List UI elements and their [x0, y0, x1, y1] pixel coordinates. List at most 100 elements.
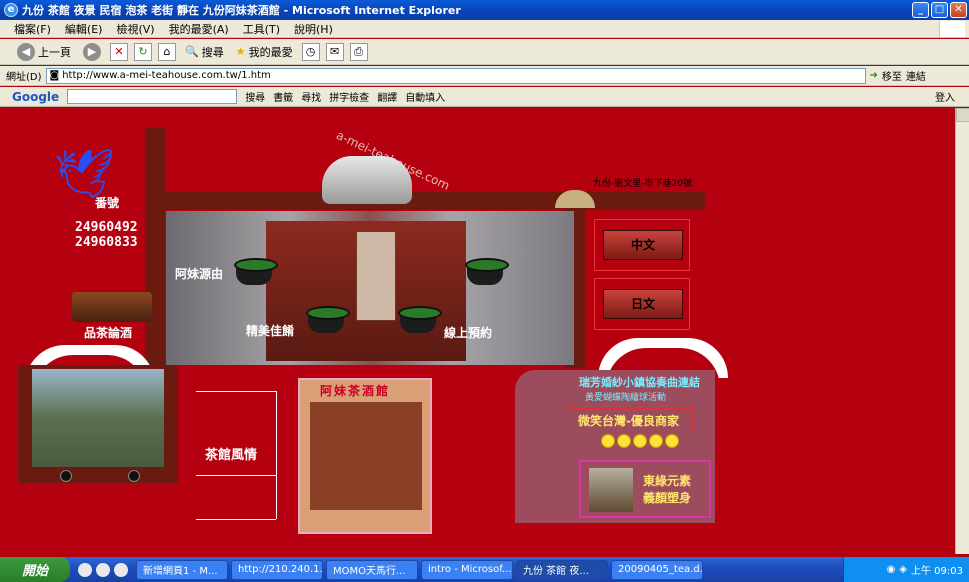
browser-window: e 九份 茶館 夜景 民宿 泡茶 老街 靜在 九份阿妹茶酒館 - Microso…: [0, 0, 969, 582]
quick-launch-icon[interactable]: [114, 562, 128, 577]
nav-origin-link[interactable]: 阿妹源由: [175, 265, 223, 282]
go-button[interactable]: 移至: [882, 68, 902, 83]
go-arrow-icon[interactable]: ➜: [870, 70, 878, 81]
search-button[interactable]: 🔍 搜尋: [182, 41, 227, 63]
quick-launch: [78, 562, 128, 577]
google-autofill-button[interactable]: 自動填入: [405, 89, 445, 104]
smile-taiwan-label: 微笑台灣-優良商家: [578, 414, 679, 428]
tea-cup-mid-left[interactable]: [306, 306, 350, 333]
back-button[interactable]: ◀ 上一頁: [14, 41, 74, 63]
taskbar-item[interactable]: 20090405_tea.d...: [611, 559, 703, 580]
teahouse-style-link[interactable]: 茶館風情: [205, 444, 257, 463]
japanese-label: 日文: [603, 289, 683, 319]
video-screen[interactable]: [32, 369, 164, 467]
google-login-button[interactable]: 登入: [935, 89, 955, 104]
taskbar-item[interactable]: intro - Microsof...: [421, 559, 513, 580]
sketchbook-image[interactable]: 阿妹茶酒館: [298, 378, 432, 534]
start-label: 開始: [21, 564, 48, 579]
search-icon: 🔍: [185, 45, 199, 58]
quick-launch-icon[interactable]: [78, 562, 92, 577]
taskbar-item[interactable]: http://210.240.1...: [231, 559, 323, 580]
page-content: 🕊 番號 24960492 24960833 a-mei-teahouse.co…: [0, 108, 969, 554]
links-label[interactable]: 連結: [906, 68, 926, 83]
stop-icon[interactable]: ✕: [110, 42, 128, 61]
tray-icon[interactable]: ◉: [887, 564, 896, 575]
japanese-language-button[interactable]: 日文: [594, 278, 690, 330]
menu-favorites[interactable]: 我的最愛(A): [169, 21, 229, 37]
google-spell-button[interactable]: 拼字檢查: [329, 89, 369, 104]
page-scrollbar[interactable]: [955, 108, 969, 554]
refresh-icon[interactable]: ↻: [134, 42, 152, 61]
address-label: 網址(D): [6, 72, 42, 83]
tea-cup-left[interactable]: [234, 258, 278, 285]
history-icon[interactable]: ◷: [301, 42, 320, 61]
nav-cuisine-link[interactable]: 精美佳餚: [246, 322, 294, 339]
favorites-label: 我的最愛: [248, 45, 293, 59]
home-icon[interactable]: ⌂: [158, 42, 176, 61]
menu-view[interactable]: 檢視(V): [116, 21, 154, 37]
main-stage-image: [166, 211, 574, 365]
google-translate-button[interactable]: 翻譯: [377, 89, 397, 104]
windows-taskbar: 開始 新增網頁1 - M... http://210.240.1... MOMO…: [0, 557, 969, 582]
green-element-line1: 東綠元素: [643, 474, 692, 488]
search-label: 搜尋: [201, 45, 224, 59]
google-bookmarks-button[interactable]: 書籤: [273, 89, 293, 104]
scroll-up-arrow-icon[interactable]: [956, 108, 969, 122]
nav-reservation-link[interactable]: 線上預約: [444, 324, 492, 341]
forward-arrow-icon: ▶: [83, 42, 101, 61]
close-button[interactable]: ✕: [950, 2, 967, 18]
tea-cup-right[interactable]: [465, 258, 509, 285]
address-note: 九份-崇文里-市下巷20號: [593, 179, 692, 189]
teapot-icon: [322, 156, 412, 204]
clock[interactable]: 上午 09:03: [911, 562, 963, 577]
windows-logo-icon: [939, 21, 965, 37]
wood-beam-left: [145, 128, 165, 368]
stop-video-icon[interactable]: [128, 470, 140, 482]
tea-cup-mid-right[interactable]: [398, 306, 442, 333]
chinese-language-button[interactable]: 中文: [594, 219, 690, 271]
taskbar-item[interactable]: 新增網頁1 - M...: [136, 559, 228, 580]
line-vertical: [276, 391, 277, 519]
ie-icon: e: [4, 3, 18, 17]
favorites-button[interactable]: ★ 我的最愛: [233, 41, 296, 63]
google-search-input[interactable]: [67, 89, 238, 104]
phone-2: 24960833: [75, 235, 138, 250]
google-search-button[interactable]: 搜尋: [245, 89, 265, 104]
menu-file[interactable]: 檔案(F): [14, 21, 51, 37]
wood-beam-top: [165, 192, 705, 210]
taskbar-item-active[interactable]: 九份 茶館 夜...: [516, 559, 608, 580]
green-element-box[interactable]: 東綠元素 義顏塑身: [579, 460, 711, 518]
promo-line1[interactable]: 瑞芳婚紗小鎮協奏曲連結: [579, 374, 700, 390]
back-label: 上一頁: [38, 45, 71, 59]
address-input[interactable]: ◙ http://www.a-mei-teahouse.com.tw/1.htm: [45, 67, 866, 84]
menu-tools[interactable]: 工具(T): [243, 21, 280, 37]
minimize-button[interactable]: _: [912, 2, 929, 18]
portrait-image: [356, 231, 396, 321]
line-lower: [196, 519, 276, 520]
star-icon: ★: [235, 45, 246, 58]
google-toolbar: Google 搜尋 書籤 尋找 拼字檢查 翻譯 自動填入 登入: [0, 87, 969, 107]
taskbar-item[interactable]: MOMO天馬行...: [326, 559, 418, 580]
play-icon[interactable]: [60, 470, 72, 482]
smile-taiwan-box[interactable]: 微笑台灣-優良商家: [567, 408, 693, 430]
tea-wine-link[interactable]: 品茶論酒: [84, 324, 132, 341]
maximize-button[interactable]: □: [931, 2, 948, 18]
mail-icon[interactable]: ✉: [325, 42, 344, 61]
page-icon: ◙: [49, 70, 60, 81]
quick-launch-icon[interactable]: [96, 562, 110, 577]
tray-icon[interactable]: ◈: [899, 564, 907, 575]
smiley-icon: [649, 434, 663, 448]
forward-button[interactable]: ▶: [80, 41, 104, 63]
print-icon[interactable]: ⎙: [349, 42, 368, 61]
promo-line2[interactable]: 黃愛蝴蝶陶繪球活動: [585, 390, 666, 403]
menu-edit[interactable]: 編輯(E): [65, 21, 103, 37]
smiley-row: [601, 434, 679, 448]
start-button[interactable]: 開始: [0, 557, 70, 582]
google-find-button[interactable]: 尋找: [301, 89, 321, 104]
tea-tray-icon[interactable]: [72, 292, 152, 322]
sketchbook-title: 阿妹茶酒館: [320, 384, 391, 398]
smiley-icon: [617, 434, 631, 448]
green-element-photo: [589, 468, 633, 512]
number-label: 番號: [95, 196, 120, 210]
menu-help[interactable]: 說明(H): [294, 21, 333, 37]
